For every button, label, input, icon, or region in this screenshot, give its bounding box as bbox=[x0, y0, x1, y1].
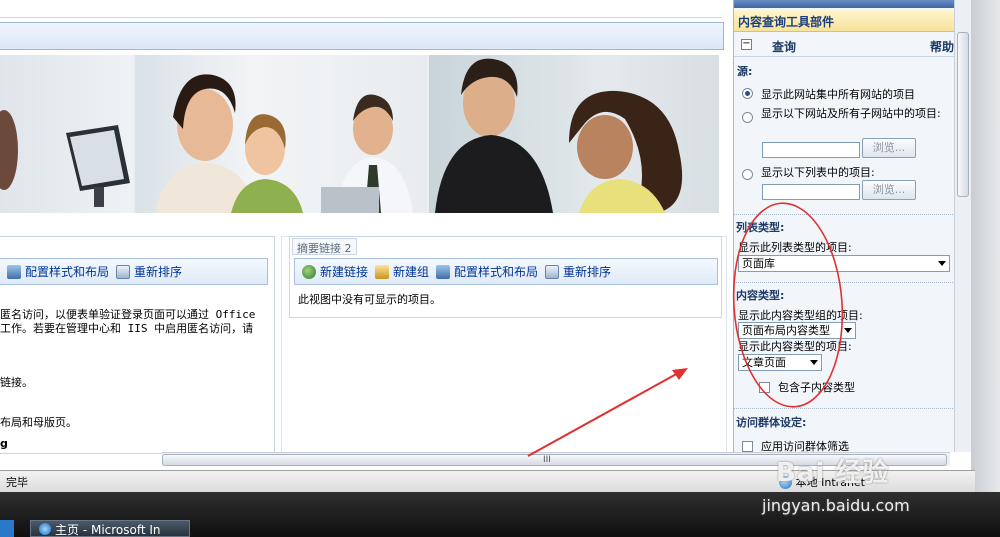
content-group-sublabel: 显示此内容类型组的项目: bbox=[738, 309, 863, 322]
people-illustration-2 bbox=[435, 58, 683, 213]
chevron-down-icon bbox=[938, 261, 946, 266]
tool-pane: 内容查询工具部件 − 查询 帮助 源: 显示此网站集中所有网站的项目 显示以下网… bbox=[733, 0, 954, 452]
content-type-select[interactable]: 文章页面 bbox=[738, 354, 822, 371]
browse-site-button[interactable]: 浏览... bbox=[862, 138, 916, 158]
vertical-scrollbar[interactable] bbox=[954, 0, 971, 452]
apply-audience-label: 应用访问群体筛选 bbox=[761, 440, 849, 452]
tool-pane-title: 内容查询工具部件 bbox=[734, 10, 954, 32]
source-radio-site[interactable] bbox=[742, 112, 753, 123]
site-url-input[interactable] bbox=[762, 142, 860, 158]
taskbar-window-button[interactable]: 主页 - Microsoft In bbox=[30, 520, 190, 537]
content-type-label: 内容类型: bbox=[736, 289, 785, 302]
query-label[interactable]: 查询 bbox=[772, 38, 796, 55]
list-type-value: 页面库 bbox=[742, 257, 775, 270]
new-group-icon bbox=[375, 264, 390, 279]
source-label: 源: bbox=[737, 65, 753, 78]
start-edge bbox=[0, 520, 14, 537]
list-type-label: 列表类型: bbox=[736, 221, 785, 234]
webpart-left-line-4: 布局和母版页。 bbox=[0, 416, 77, 429]
reorder-link[interactable]: 重新排序 bbox=[116, 263, 182, 280]
reorder-icon bbox=[545, 264, 560, 279]
content-type-value: 文章页面 bbox=[742, 356, 786, 369]
source-option-2-label: 显示以下网站及所有子网站中的项目: bbox=[761, 107, 941, 120]
empty-view-message: 此视图中没有可显示的项目。 bbox=[298, 293, 441, 306]
content-type-sublabel: 显示此内容类型的项目: bbox=[738, 340, 852, 353]
content-group-select[interactable]: 页面布局内容类型 bbox=[738, 322, 856, 339]
banner-photo-meeting bbox=[429, 55, 719, 213]
new-group-button[interactable]: 新建组 bbox=[375, 263, 429, 280]
webpart-left-line-2: 工作。若要在管理中心和 IIS 中启用匿名访问，请 bbox=[0, 322, 254, 335]
monitor-illustration bbox=[0, 110, 130, 207]
include-children-checkbox[interactable] bbox=[759, 382, 770, 393]
watermark-url: jingyan.baidu.com bbox=[762, 496, 910, 515]
reorder-icon bbox=[116, 264, 131, 279]
ie-icon bbox=[39, 523, 51, 535]
webpart-left-line-3: 链接。 bbox=[0, 376, 33, 389]
webpart-left-line-5: g bbox=[0, 437, 8, 450]
style-layout-label: 配置样式和布局 bbox=[25, 265, 110, 279]
source-option-3-label: 显示以下列表中的项目: bbox=[761, 166, 875, 179]
query-section-header: − 查询 帮助 bbox=[734, 35, 954, 57]
window-edge bbox=[971, 0, 1000, 492]
divider bbox=[734, 214, 954, 215]
scroll-grip: III bbox=[543, 455, 551, 465]
audience-label: 访问群体设定: bbox=[736, 416, 807, 429]
help-link[interactable]: 帮助 bbox=[930, 38, 954, 55]
people-illustration bbox=[155, 74, 413, 213]
vertical-scroll-thumb[interactable] bbox=[957, 32, 969, 197]
taskbar-window-label: 主页 - Microsoft In bbox=[55, 523, 161, 537]
reorder-label: 重新排序 bbox=[563, 265, 612, 279]
summary-links-toolbar: 新建链接 新建组 配置样式和布局 重新排序 bbox=[294, 258, 718, 285]
style-layout-label: 配置样式和布局 bbox=[454, 265, 539, 279]
page-content: 配置样式和布局 重新排序 匿名访问，以便表单验证登录页面可以通过 Office … bbox=[0, 0, 733, 458]
chevron-down-icon bbox=[810, 360, 818, 365]
top-strip bbox=[0, 0, 722, 18]
webpart-title-label: 摘要链接 bbox=[297, 242, 341, 255]
chevron-down-icon bbox=[844, 328, 852, 333]
webpart-title: 摘要链接 2 bbox=[292, 238, 357, 255]
tool-pane-header-strip bbox=[734, 0, 954, 8]
layout-icon bbox=[436, 264, 451, 279]
reorder-button[interactable]: 重新排序 bbox=[545, 263, 611, 280]
content-group-value: 页面布局内容类型 bbox=[742, 324, 830, 337]
webpart-count: 2 bbox=[344, 242, 352, 255]
banner-photo-team bbox=[135, 55, 427, 213]
browse-list-button[interactable]: 浏览... bbox=[862, 180, 916, 200]
reorder-label: 重新排序 bbox=[134, 265, 183, 279]
banner-image bbox=[0, 55, 719, 213]
new-link-button[interactable]: 新建链接 bbox=[302, 263, 368, 280]
apply-audience-checkbox[interactable] bbox=[742, 441, 753, 452]
new-link-label: 新建链接 bbox=[320, 265, 369, 279]
banner-photo-office bbox=[0, 55, 133, 213]
list-type-sublabel: 显示此列表类型的项目: bbox=[738, 241, 852, 254]
include-children-label: 包含子内容类型 bbox=[778, 381, 855, 394]
status-text: 完毕 bbox=[6, 475, 28, 489]
divider bbox=[734, 408, 954, 409]
style-layout-link[interactable]: 配置样式和布局 bbox=[7, 263, 109, 280]
watermark-logo: Bai 经验 bbox=[776, 458, 890, 488]
divider bbox=[734, 282, 954, 283]
new-link-icon bbox=[302, 264, 316, 279]
new-group-label: 新建组 bbox=[393, 265, 430, 279]
webpart-left-toolbar: 配置样式和布局 重新排序 bbox=[0, 258, 268, 285]
layout-icon bbox=[7, 264, 21, 279]
page-title-bar bbox=[0, 22, 724, 50]
list-type-select[interactable]: 页面库 bbox=[738, 255, 950, 272]
list-url-input[interactable] bbox=[762, 184, 860, 200]
source-radio-list[interactable] bbox=[742, 169, 753, 180]
collapse-icon[interactable]: − bbox=[741, 39, 752, 50]
source-radio-sitecollection[interactable] bbox=[742, 88, 753, 99]
style-layout-button[interactable]: 配置样式和布局 bbox=[436, 263, 538, 280]
source-option-1-label: 显示此网站集中所有网站的项目 bbox=[761, 88, 915, 101]
